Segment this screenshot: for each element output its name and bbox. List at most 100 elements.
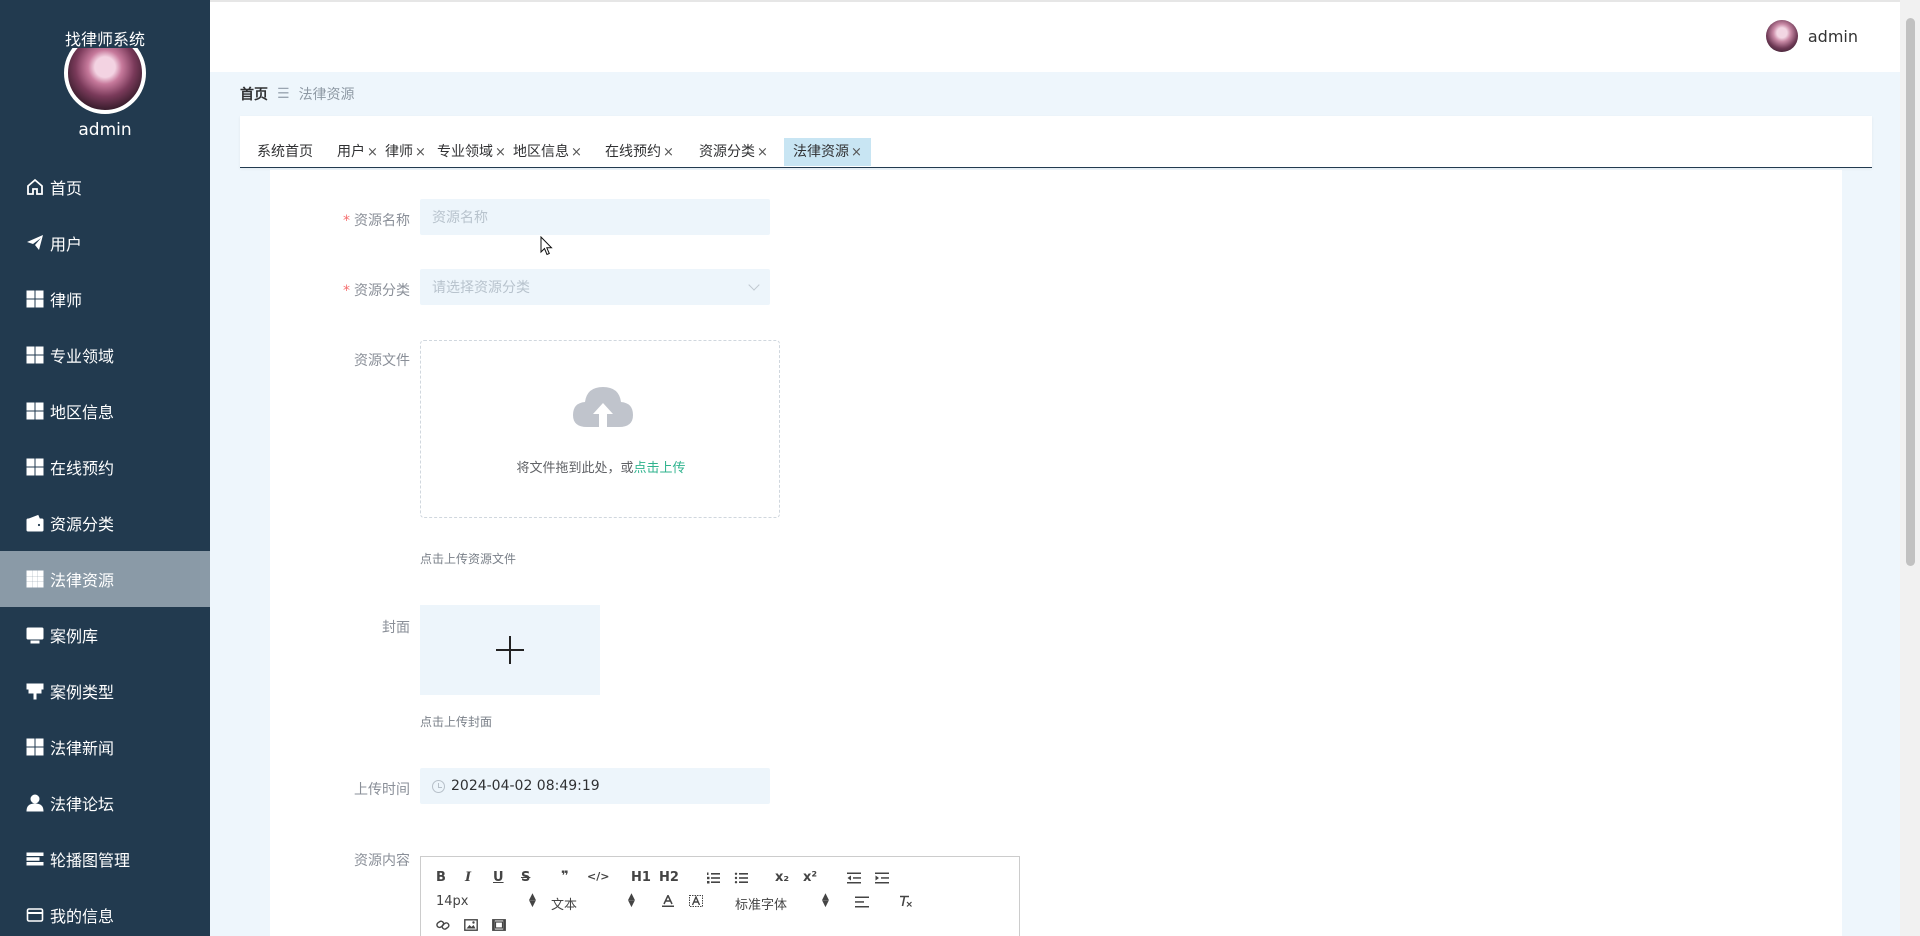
italic-button[interactable]: I xyxy=(465,870,471,885)
header2-button[interactable]: H2 xyxy=(659,870,679,885)
sidebar-item-label: 案例库 xyxy=(50,627,99,646)
sidebar-item-6[interactable]: 资源分类 xyxy=(0,495,210,551)
image-icon[interactable] xyxy=(464,919,478,931)
wallet-icon xyxy=(26,514,44,532)
tab-4[interactable]: 地区信息 × xyxy=(504,138,591,166)
sidebar-item-7[interactable]: 法律资源 xyxy=(0,551,210,607)
background-color-icon[interactable] xyxy=(689,895,703,907)
tab-7[interactable]: 法律资源 × xyxy=(784,138,871,166)
close-icon[interactable]: × xyxy=(663,145,674,160)
name-input[interactable]: 资源名称 xyxy=(420,199,770,235)
sidebar-item-label: 用户 xyxy=(50,235,83,254)
align-left-icon[interactable] xyxy=(855,896,869,908)
upload-time-picker[interactable]: 2024-04-02 08:49:19 xyxy=(420,768,770,804)
file-upload-tip: 点击上传资源文件 xyxy=(420,552,517,566)
breadcrumb-separator-icon: ☰ xyxy=(277,86,290,102)
close-icon[interactable]: × xyxy=(851,145,862,160)
click-upload-link[interactable]: 点击上传 xyxy=(634,461,686,476)
select-arrows-icon: ▲▼ xyxy=(529,892,536,909)
sidebar-item-4[interactable]: 地区信息 xyxy=(0,383,210,439)
link-icon[interactable] xyxy=(436,919,450,931)
sidebar-item-label: 法律资源 xyxy=(50,571,115,590)
strike-button[interactable]: S xyxy=(521,870,530,885)
sidebar-item-label: 轮播图管理 xyxy=(50,851,131,870)
dropzone-text: 将文件拖到此处，或点击上传 xyxy=(516,461,686,476)
superscript-button[interactable]: x² xyxy=(803,870,817,885)
clock-icon xyxy=(432,779,445,793)
sidebar-item-3[interactable]: 专业领域 xyxy=(0,327,210,383)
close-icon[interactable]: × xyxy=(757,145,768,160)
tab-0[interactable]: 系统首页 xyxy=(248,138,322,166)
sidebar-item-1[interactable]: 用户 xyxy=(0,215,210,271)
select-arrows-icon: ▲▼ xyxy=(628,892,635,909)
header-avatar[interactable] xyxy=(1765,20,1798,52)
sidebar-item-5[interactable]: 在线预约 xyxy=(0,439,210,495)
code-block-button[interactable]: </> xyxy=(587,870,609,883)
tab-2[interactable]: 律师 × xyxy=(376,138,435,166)
sidebar-item-9[interactable]: 案例类型 xyxy=(0,663,210,719)
header1-button[interactable]: H1 xyxy=(631,870,651,885)
grid-icon xyxy=(26,402,44,420)
breadcrumb-home[interactable]: 首页 xyxy=(240,84,268,104)
font-family-select[interactable]: 标准字体 ▲▼ xyxy=(735,893,829,914)
tab-label: 地区信息 xyxy=(513,144,569,160)
tab-3[interactable]: 专业领域 × xyxy=(428,138,515,166)
sidebar-item-13[interactable]: 我的信息 xyxy=(0,887,210,936)
header-user-menu[interactable]: admin xyxy=(1765,20,1858,52)
tab-label: 专业领域 xyxy=(437,144,493,160)
sidebar-item-2[interactable]: 律师 xyxy=(0,271,210,327)
content-label: 资源内容 xyxy=(354,853,410,869)
sidebar-item-11[interactable]: 法律论坛 xyxy=(0,775,210,831)
bold-button[interactable]: B xyxy=(436,870,446,885)
tab-label: 资源分类 xyxy=(699,144,755,160)
sidebar-item-10[interactable]: 法律新闻 xyxy=(0,719,210,775)
outdent-icon[interactable] xyxy=(847,872,861,884)
cover-upload-button[interactable] xyxy=(420,605,600,695)
sidebar-menu: 首页用户律师专业领域地区信息 在线预约资源分类法律资源案例库案例类型法律新闻法律论… xyxy=(0,159,210,936)
video-icon[interactable] xyxy=(492,919,506,931)
tab-label: 律师 xyxy=(385,144,413,160)
page-scrollbar[interactable] xyxy=(1900,0,1920,936)
close-icon[interactable]: × xyxy=(571,145,582,160)
subscript-button[interactable]: x₂ xyxy=(775,870,789,885)
header-select[interactable]: 文本 ▲▼ xyxy=(551,892,635,914)
blockquote-button[interactable]: ❞ xyxy=(561,869,569,884)
sidebar-item-label: 专业领域 xyxy=(50,347,115,366)
sidebar-item-12[interactable]: 轮播图管理 xyxy=(0,831,210,887)
breadcrumb: 首页 ☰ 法律资源 xyxy=(240,84,355,104)
clear-format-icon[interactable] xyxy=(899,895,913,907)
font-color-icon[interactable] xyxy=(661,895,675,907)
pin-icon xyxy=(26,682,44,700)
grid-icon xyxy=(26,458,44,476)
font-size-select[interactable]: 14px ▲▼ xyxy=(436,892,536,910)
sidebar-item-label: 资源分类 xyxy=(50,515,115,534)
tab-5[interactable]: 在线预约 × xyxy=(596,138,683,166)
sidebar-item-label: 案例类型 xyxy=(50,683,115,702)
grid-icon xyxy=(26,346,44,364)
grid-icon xyxy=(26,290,44,308)
user-icon xyxy=(26,794,44,812)
sidebar-avatar xyxy=(64,48,146,114)
grid-nine-icon xyxy=(26,570,44,588)
header-username[interactable]: admin xyxy=(1808,27,1858,46)
tab-label: 法律资源 xyxy=(793,144,849,160)
mouse-cursor-icon xyxy=(540,236,553,256)
sidebar-item-8[interactable]: 案例库 xyxy=(0,607,210,663)
file-label: 资源文件 xyxy=(354,353,410,369)
tab-6[interactable]: 资源分类 × xyxy=(690,138,777,166)
rich-text-editor[interactable]: B I U S ❞ </> H1 H2 x₂ x² 14px ▲▼ 文本 ▲▼ 标准… xyxy=(420,856,1020,936)
ordered-list-icon[interactable] xyxy=(706,872,720,884)
sidebar-item-label: 法律论坛 xyxy=(50,795,115,814)
indent-icon[interactable] xyxy=(875,872,889,884)
underline-button[interactable]: U xyxy=(493,870,504,885)
category-select[interactable]: 请选择资源分类 xyxy=(420,269,770,305)
scrollbar-thumb[interactable] xyxy=(1906,18,1915,566)
category-label: * 资源分类 xyxy=(343,283,410,299)
name-label: * 资源名称 xyxy=(343,213,410,229)
bullet-list-icon[interactable] xyxy=(734,872,748,884)
close-icon[interactable]: × xyxy=(415,145,426,160)
file-upload-dropzone[interactable]: 将文件拖到此处，或点击上传 xyxy=(420,340,780,518)
breadcrumb-current: 法律资源 xyxy=(298,87,355,103)
sidebar-item-0[interactable]: 首页 xyxy=(0,159,210,215)
upload-time-label: 上传时间 xyxy=(354,782,410,798)
